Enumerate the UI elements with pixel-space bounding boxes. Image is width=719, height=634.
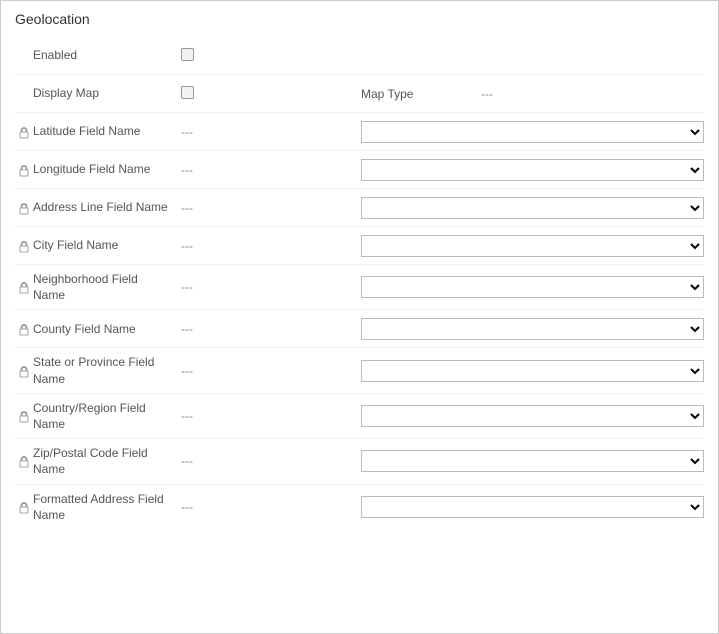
- lock-icon: [15, 239, 33, 253]
- dash-latitude: ---: [181, 125, 361, 139]
- select-longitude[interactable]: [361, 159, 704, 181]
- row-zip: Zip/Postal Code Field Name ---: [15, 439, 704, 484]
- geolocation-panel: Geolocation Enabled Display Map Map Type…: [0, 0, 719, 634]
- dash-county: ---: [181, 322, 361, 336]
- row-display-map: Display Map Map Type ---: [15, 75, 704, 113]
- select-formatted-address[interactable]: [361, 496, 704, 518]
- value-map-type: ---: [481, 87, 541, 101]
- lock-icon: [15, 163, 33, 177]
- row-longitude: Longitude Field Name ---: [15, 151, 704, 189]
- row-address-line: Address Line Field Name ---: [15, 189, 704, 227]
- select-state[interactable]: [361, 360, 704, 382]
- dash-zip: ---: [181, 454, 361, 468]
- lock-icon: [15, 322, 33, 336]
- label-enabled: Enabled: [33, 47, 181, 63]
- label-address-line: Address Line Field Name: [33, 199, 181, 215]
- dash-address-line: ---: [181, 201, 361, 215]
- label-display-map: Display Map: [33, 85, 181, 101]
- label-map-type: Map Type: [361, 87, 481, 101]
- section-title: Geolocation: [15, 11, 704, 27]
- lock-icon: [15, 500, 33, 514]
- label-latitude: Latitude Field Name: [33, 123, 181, 139]
- lock-icon: [15, 125, 33, 139]
- control-enabled: [181, 48, 361, 64]
- lock-spacer: [15, 55, 33, 57]
- label-zip: Zip/Postal Code Field Name: [33, 445, 181, 477]
- lock-spacer: [15, 93, 33, 95]
- dash-formatted-address: ---: [181, 500, 361, 514]
- lock-icon: [15, 409, 33, 423]
- row-country: Country/Region Field Name ---: [15, 394, 704, 439]
- row-city: City Field Name ---: [15, 227, 704, 265]
- select-county[interactable]: [361, 318, 704, 340]
- checkbox-enabled[interactable]: [181, 48, 194, 61]
- row-formatted-address: Formatted Address Field Name ---: [15, 485, 704, 529]
- dash-neighborhood: ---: [181, 280, 361, 294]
- label-county: County Field Name: [33, 321, 181, 337]
- select-country[interactable]: [361, 405, 704, 427]
- select-zip[interactable]: [361, 450, 704, 472]
- dash-longitude: ---: [181, 163, 361, 177]
- select-latitude[interactable]: [361, 121, 704, 143]
- row-enabled: Enabled: [15, 37, 704, 75]
- label-formatted-address: Formatted Address Field Name: [33, 491, 181, 523]
- label-state: State or Province Field Name: [33, 354, 181, 386]
- label-longitude: Longitude Field Name: [33, 161, 181, 177]
- row-latitude: Latitude Field Name ---: [15, 113, 704, 151]
- select-address-line[interactable]: [361, 197, 704, 219]
- dash-country: ---: [181, 409, 361, 423]
- row-county: County Field Name ---: [15, 310, 704, 348]
- select-neighborhood[interactable]: [361, 276, 704, 298]
- label-country: Country/Region Field Name: [33, 400, 181, 432]
- lock-icon: [15, 454, 33, 468]
- checkbox-display-map[interactable]: [181, 86, 194, 99]
- select-city[interactable]: [361, 235, 704, 257]
- label-neighborhood: Neighborhood Field Name: [33, 271, 181, 303]
- row-neighborhood: Neighborhood Field Name ---: [15, 265, 704, 310]
- control-display-map: [181, 86, 361, 102]
- lock-icon: [15, 364, 33, 378]
- dash-state: ---: [181, 364, 361, 378]
- dash-city: ---: [181, 239, 361, 253]
- lock-icon: [15, 280, 33, 294]
- row-state: State or Province Field Name ---: [15, 348, 704, 393]
- lock-icon: [15, 201, 33, 215]
- label-city: City Field Name: [33, 237, 181, 253]
